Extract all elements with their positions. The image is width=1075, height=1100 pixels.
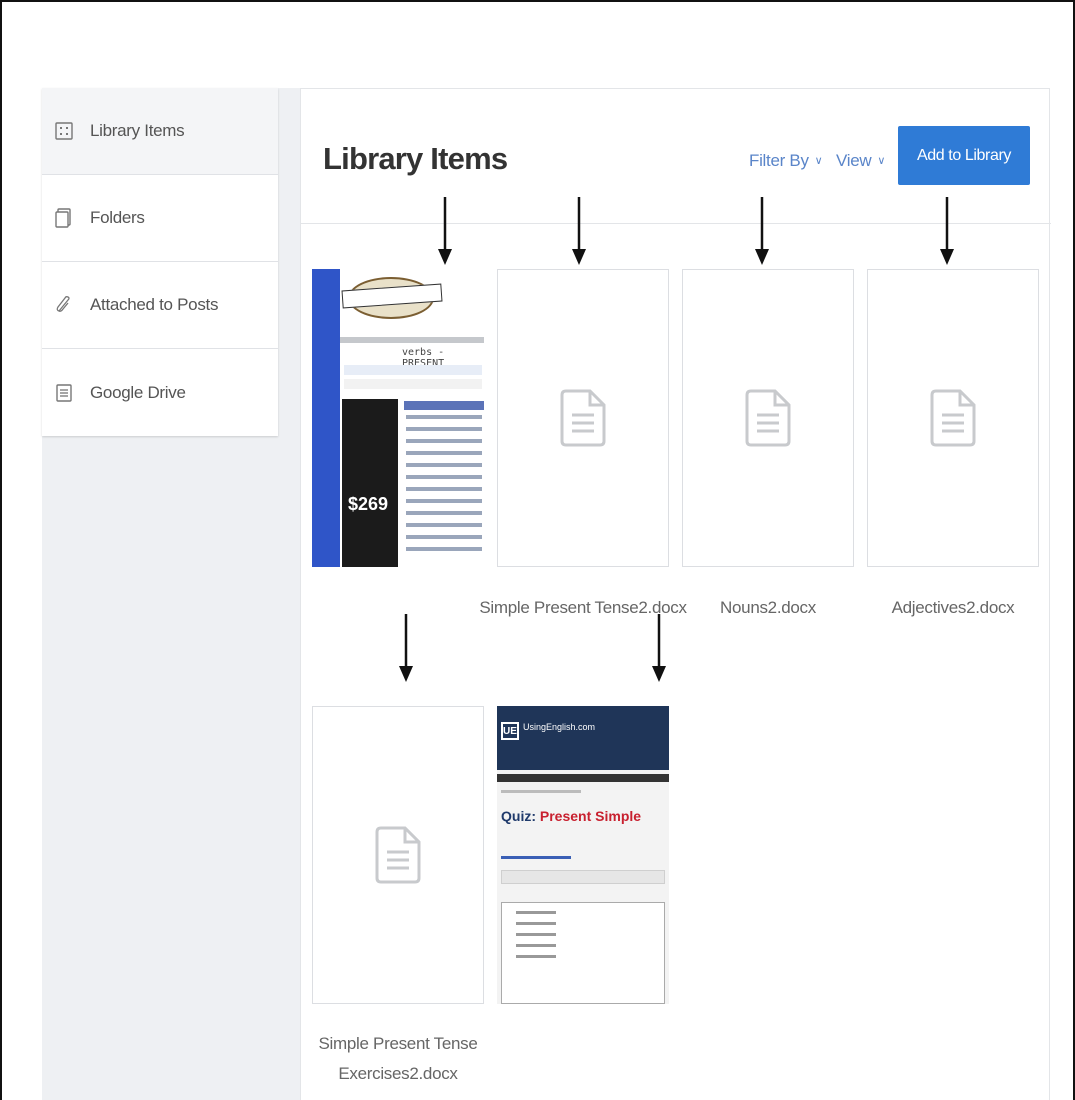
- thumbnail-sidebar-band: [312, 269, 340, 567]
- thumbnail-nav-bar: [497, 774, 669, 782]
- library-item-tile[interactable]: [867, 269, 1039, 567]
- view-dropdown[interactable]: View ∨: [836, 151, 885, 171]
- document-icon: [375, 826, 421, 884]
- thumbnail-header-bar: [340, 337, 484, 343]
- thumbnail-share-bar: [501, 870, 665, 884]
- document-icon: [560, 389, 606, 447]
- sidebar-item-label: Library Items: [90, 121, 185, 140]
- quiz-prefix: Quiz:: [501, 808, 536, 824]
- sidebar: Library Items Folders Attached to Posts …: [42, 88, 278, 436]
- library-item-tile[interactable]: [682, 269, 854, 567]
- sidebar-item-label: Folders: [90, 208, 145, 227]
- sidebar-item-google-drive[interactable]: Google Drive: [42, 349, 278, 436]
- library-item-tile[interactable]: [312, 706, 484, 1004]
- library-item-name: Adjectives2.docx: [891, 598, 1015, 617]
- annotation-arrow: [940, 197, 954, 265]
- web-verbs-thumbnail: verbs - PRESENT $269: [312, 269, 484, 567]
- annotation-arrow: [652, 614, 666, 682]
- library-item-tile[interactable]: [497, 269, 669, 567]
- thumbnail-page-tag: [404, 401, 484, 410]
- view-label: View: [836, 151, 872, 170]
- library-item-name: Simple Present Tense Exercises2.docx: [318, 1034, 478, 1083]
- thumbnail-tabs: [344, 365, 482, 375]
- sidebar-item-label: Attached to Posts: [90, 295, 219, 314]
- document-icon: [745, 389, 791, 447]
- sidebar-item-folders[interactable]: Folders: [42, 175, 278, 262]
- sidebar-item-library-items[interactable]: Library Items: [42, 88, 278, 175]
- thumbnail-page-selector: [344, 379, 482, 389]
- filter-by-dropdown[interactable]: Filter By ∨: [749, 151, 823, 171]
- ue-logo: UE: [501, 722, 519, 740]
- grid-icon: [54, 120, 74, 142]
- document-icon: [930, 389, 976, 447]
- page-title: Library Items: [323, 141, 508, 176]
- annotation-arrow: [572, 197, 586, 265]
- paperclip-icon: [54, 294, 74, 316]
- thumbnail-breadcrumb: [501, 790, 581, 793]
- filter-by-label: Filter By: [749, 151, 809, 170]
- sidebar-item-attached-to-posts[interactable]: Attached to Posts: [42, 262, 278, 349]
- using-english-thumbnail: UE UsingEnglish.com Quiz: Present Simple: [497, 706, 669, 1004]
- library-item-thumbnail[interactable]: verbs - PRESENT $269: [312, 269, 484, 567]
- thumbnail-ad: [342, 399, 398, 567]
- folders-icon: [54, 207, 74, 229]
- thumbnail-question-box: [501, 902, 665, 1004]
- thumbnail-quiz-title: Quiz: Present Simple: [501, 808, 641, 824]
- quiz-title: Present Simple: [539, 808, 642, 824]
- chevron-down-icon: ∨: [814, 155, 823, 167]
- thumbnail-link: [501, 856, 571, 859]
- thumbnail-ad-price: $269: [348, 494, 389, 514]
- chevron-down-icon: ∨: [877, 155, 886, 167]
- document-icon: [54, 382, 74, 404]
- thumbnail-site-name: UsingEnglish.com: [523, 722, 596, 732]
- annotation-arrow: [438, 197, 452, 265]
- thumbnail-exercise-list: [406, 415, 482, 559]
- sidebar-item-label: Google Drive: [90, 382, 186, 402]
- annotation-arrow: [399, 614, 413, 682]
- thumbnail-site-header: [497, 706, 669, 770]
- annotation-arrow: [755, 197, 769, 265]
- library-item-thumbnail[interactable]: UE UsingEnglish.com Quiz: Present Simple: [497, 706, 669, 1004]
- add-to-library-button[interactable]: Add to Library: [898, 126, 1030, 185]
